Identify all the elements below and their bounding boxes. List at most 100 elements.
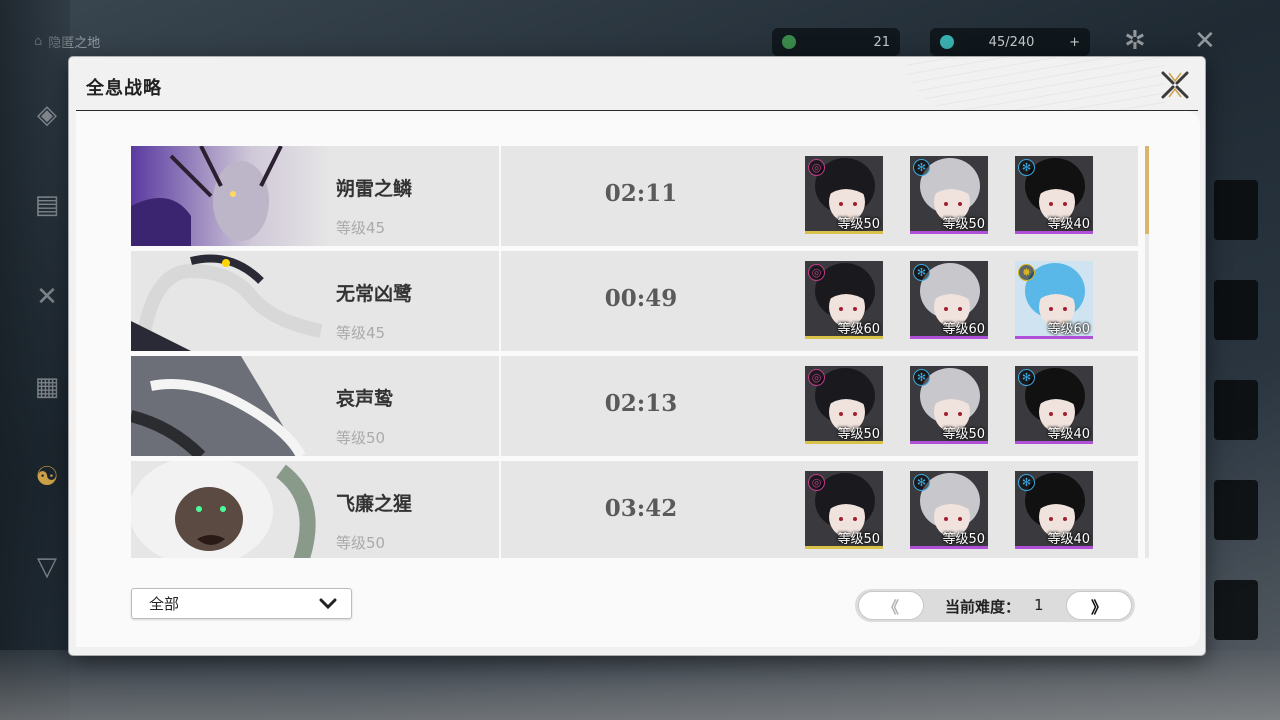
bottom-hud [0,650,1280,720]
rarity-bar [805,546,883,549]
nav-book-icon[interactable]: ▤ [30,188,64,222]
electro-element-icon: ◎ [808,159,825,176]
modal-title: 全息战略 [86,78,162,99]
boss-name: 朔雷之鳞 [336,178,413,200]
right-hud [1200,90,1280,690]
boss-portrait [131,356,331,456]
glacio-element-icon: ✻ [1018,474,1035,491]
row-divider [499,356,501,456]
rarity-bar [910,441,988,444]
team-member-card[interactable]: ✻ 等级40 [1015,156,1093,234]
difficulty-label: 当前难度： [945,598,1021,616]
team-member-card[interactable]: ✻ 等级60 [910,261,988,339]
left-nav: ◈ ▤ ✕ ▦ ☯ ▽ [0,0,70,720]
scrollbar-thumb[interactable] [1145,146,1149,234]
boss-portrait [131,251,331,351]
close-button[interactable] [1157,67,1193,103]
team-member-card[interactable]: ✻ 等级50 [910,366,988,444]
character-level: 等级50 [837,217,880,232]
top-hud: ⌂ 隐匿之地 21 45/240 + ✲ ✕ [0,0,1280,60]
character-level: 等级50 [942,217,985,232]
side-panel-item [1214,280,1258,340]
team-member-card[interactable]: ◎ 等级60 [805,261,883,339]
nav-calendar-icon[interactable]: ▦ [30,370,64,404]
electro-element-icon: ◎ [808,264,825,281]
glacio-element-icon: ✻ [913,369,930,386]
boss-portrait [131,146,331,246]
character-level: 等级40 [1047,427,1090,442]
difficulty-pager: 《 当前难度： 1 》 [855,589,1135,622]
filter-dropdown[interactable]: 全部 [131,588,352,619]
spectro-element-icon: ✸ [1018,264,1035,281]
header-divider [76,110,1198,111]
character-level: 等级50 [942,532,985,547]
clear-time: 02:11 [604,180,678,207]
rarity-bar [805,441,883,444]
side-panel-item [1214,180,1258,240]
team-member-card[interactable]: ✻ 等级50 [910,471,988,549]
side-panel-item [1214,480,1258,540]
exit-icon[interactable]: ✕ [1194,26,1216,56]
chevron-down-icon [319,598,337,609]
glacio-element-icon: ✻ [913,159,930,176]
boss-name: 无常凶鹭 [336,283,413,305]
nav-target-icon[interactable]: ◈ [30,98,64,132]
glacio-element-icon: ✻ [1018,369,1035,386]
character-level: 等级50 [837,532,880,547]
strategy-row[interactable]: 无常凶鹭 等级45 00:49 ◎ 等级60 ✻ 等级60 ✸ 等级60 [131,251,1138,351]
strategy-row[interactable]: 飞廉之猩 等级50 03:42 ◎ 等级50 ✻ 等级50 ✻ 等级40 [131,461,1138,558]
prev-difficulty-button[interactable]: 《 [858,591,924,620]
rarity-bar [910,231,988,234]
nav-swords-icon[interactable]: ✕ [30,280,64,314]
boss-name: 哀声鸷 [336,388,394,410]
glacio-element-icon: ✻ [913,264,930,281]
team-member-card[interactable]: ✻ 等级40 [1015,471,1093,549]
electro-element-icon: ◎ [808,369,825,386]
filter-value: 全部 [149,595,180,613]
team-member-card[interactable]: ✻ 等级50 [910,156,988,234]
resource-counter-2[interactable]: 45/240 + [930,28,1090,56]
character-level: 等级40 [1047,217,1090,232]
settings-gear-icon[interactable]: ✲ [1124,26,1146,56]
team-member-card[interactable]: ✻ 等级40 [1015,366,1093,444]
boss-name: 飞廉之猩 [336,493,413,515]
resource-counter-1[interactable]: 21 [772,28,900,56]
rarity-bar [805,231,883,234]
boss-level: 等级50 [336,534,386,552]
boss-level: 等级45 [336,324,386,342]
boss-level: 等级45 [336,219,386,237]
nav-hologram-icon[interactable]: ☯ [30,460,64,494]
side-panel-item [1214,580,1258,640]
character-level: 等级60 [837,322,880,337]
character-level: 等级40 [1047,532,1090,547]
strategy-row[interactable]: 哀声鸷 等级50 02:13 ◎ 等级50 ✻ 等级50 ✻ 等级40 [131,356,1138,456]
rarity-bar [1015,231,1093,234]
resource-2-value: 45/240 [988,34,1035,50]
rarity-bar [1015,441,1093,444]
clear-time: 02:13 [604,390,678,417]
stamina-icon [940,35,954,49]
team-member-card[interactable]: ✸ 等级60 [1015,261,1093,339]
rarity-bar [805,336,883,339]
next-difficulty-button[interactable]: 》 [1066,591,1132,620]
add-stamina-button[interactable]: + [1069,35,1080,50]
strategy-list[interactable]: 朔雷之鳞 等级45 02:11 ◎ 等级50 ✻ 等级50 ✻ 等级40 无常凶鹭 等级45 00:4… [131,146,1138,558]
team-member-card[interactable]: ◎ 等级50 [805,471,883,549]
team-member-card[interactable]: ◎ 等级50 [805,156,883,234]
glacio-element-icon: ✻ [1018,159,1035,176]
difficulty-value: 1 [1034,596,1044,614]
rarity-bar [910,546,988,549]
rarity-bar [1015,336,1093,339]
close-x-icon [1161,71,1189,99]
clear-time: 00:49 [604,285,678,312]
rarity-bar [1015,546,1093,549]
nav-shield-icon[interactable]: ▽ [30,550,64,584]
strategy-row[interactable]: 朔雷之鳞等级45 02:11 ◎ 等级50 ✻ 等级50 ✻ 等级40 [131,146,1138,246]
clear-time: 03:42 [604,495,678,522]
character-level: 等级50 [942,427,985,442]
modal-header: 全息战略 [69,57,1205,112]
character-level: 等级60 [942,322,985,337]
team-member-card[interactable]: ◎ 等级50 [805,366,883,444]
electro-element-icon: ◎ [808,474,825,491]
row-divider [499,251,501,351]
